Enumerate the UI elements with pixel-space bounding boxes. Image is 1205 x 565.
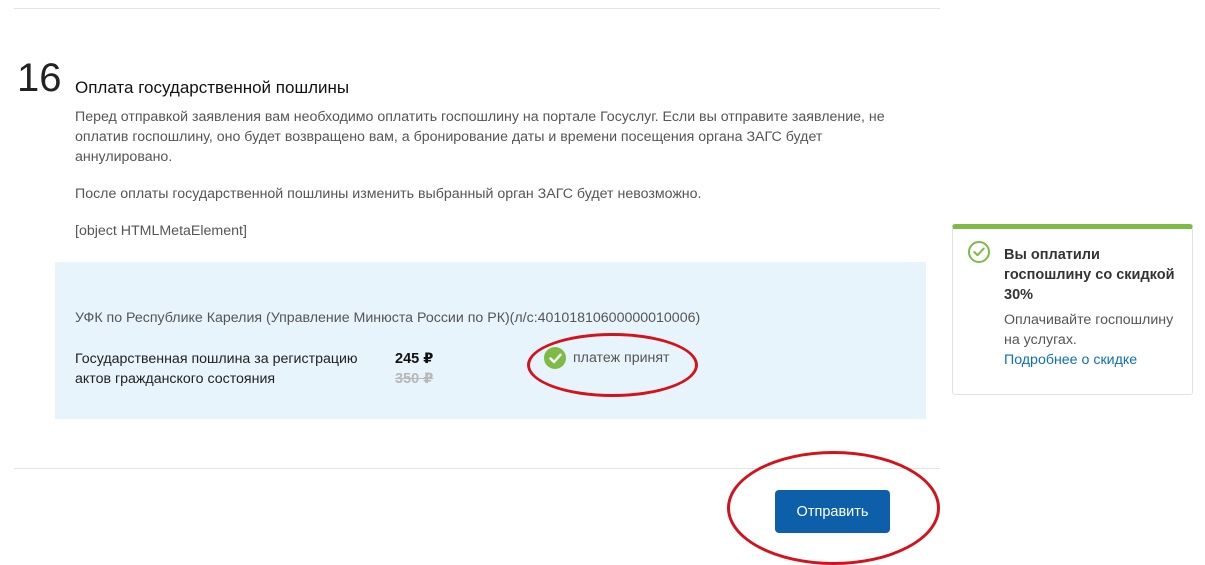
bottom-divider xyxy=(14,468,940,469)
submit-button[interactable]: Отправить xyxy=(775,490,890,533)
discount-details-link[interactable]: Подробнее о скидке xyxy=(1004,350,1137,370)
payment-status-label: платеж принят xyxy=(573,350,670,366)
discount-promo-card: Вы оплатили госпошлину со скидкой 30% Оп… xyxy=(952,224,1193,395)
payment-warning-text: Перед отправкой заявления вам необходимо… xyxy=(75,109,885,165)
step-number: 16 xyxy=(17,56,62,100)
discounted-price: 245 ₽ xyxy=(395,351,434,367)
original-price: 350 ₽ xyxy=(395,371,434,387)
check-circle-outline-icon xyxy=(968,241,990,263)
section-title: Оплата государственной пошлины xyxy=(75,78,350,97)
payment-status: платеж принят xyxy=(544,346,670,370)
payment-details-box: УФК по Республике Карелия (Управление Ми… xyxy=(55,262,926,419)
meta-placeholder-text: [object HTMLMetaElement] xyxy=(75,223,247,239)
promo-text: Оплачивайте госпошлину на услугах. xyxy=(1004,312,1174,348)
payment-recipient: УФК по Республике Карелия (Управление Ми… xyxy=(75,310,701,326)
fee-name: Государственная пошлина за регистрацию а… xyxy=(75,351,358,387)
promo-title: Вы оплатили госпошлину со скидкой 30% xyxy=(1004,247,1175,303)
zags-change-notice: После оплаты государственной пошлины изм… xyxy=(75,186,702,202)
check-circle-icon xyxy=(544,347,566,369)
top-divider xyxy=(14,8,940,9)
